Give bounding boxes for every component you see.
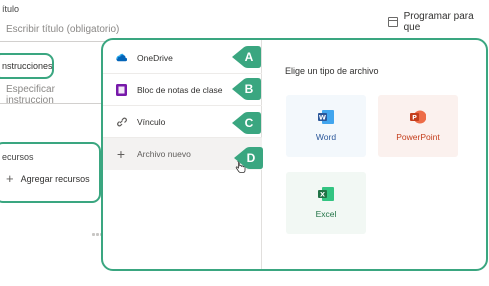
svg-text:W: W	[319, 113, 326, 121]
instructions-input[interactable]: Especificar instruccion	[0, 82, 101, 106]
tile-word-label: Word	[315, 132, 337, 142]
calendar-icon	[388, 17, 398, 27]
svg-text:P: P	[412, 113, 417, 121]
tile-powerpoint[interactable]: P PowerPoint	[378, 95, 458, 157]
onenote-icon	[115, 83, 127, 96]
tile-word[interactable]: W Word	[286, 95, 366, 157]
option-class-notebook-label: Bloc de notas de clase	[137, 84, 223, 95]
attach-dialog: OneDrive Bloc de notas de clase Vínculo …	[101, 38, 488, 271]
callout-badge-b: B	[230, 76, 261, 102]
link-icon	[115, 116, 127, 128]
schedule-label: Programar para que	[403, 11, 474, 33]
callout-badge-c: C	[230, 110, 261, 136]
tile-powerpoint-label: PowerPoint	[396, 132, 440, 142]
instructions-label: nstrucciones	[2, 61, 53, 71]
add-resources-label: Agregar recursos	[20, 174, 90, 184]
file-type-title: Elige un tipo de archivo	[285, 66, 379, 76]
add-resources-button[interactable]: + Agregar recursos	[6, 171, 90, 186]
option-onedrive-label: OneDrive	[137, 52, 173, 63]
instructions-placeholder: Especificar instruccion	[6, 84, 55, 106]
tile-excel-label: Excel	[315, 209, 337, 219]
plus-icon: +	[6, 171, 14, 186]
resources-callout	[0, 142, 101, 203]
title-placeholder: Escribir título (obligatorio)	[6, 24, 120, 35]
title-label: ítulo	[2, 4, 20, 14]
plus-icon: +	[116, 146, 126, 162]
option-new-file-label: Archivo nuevo	[137, 149, 191, 159]
tile-excel[interactable]: X Excel	[286, 172, 366, 234]
powerpoint-icon: P	[410, 110, 426, 124]
option-link-label: Vínculo	[137, 116, 166, 127]
excel-icon: X	[318, 187, 334, 201]
onedrive-icon	[115, 52, 127, 64]
svg-text:X: X	[320, 190, 325, 198]
word-icon: W	[318, 110, 334, 124]
schedule-button[interactable]: Programar para que	[388, 11, 489, 33]
callout-badge-d: D	[232, 145, 263, 171]
callout-badge-a: A	[230, 44, 261, 70]
